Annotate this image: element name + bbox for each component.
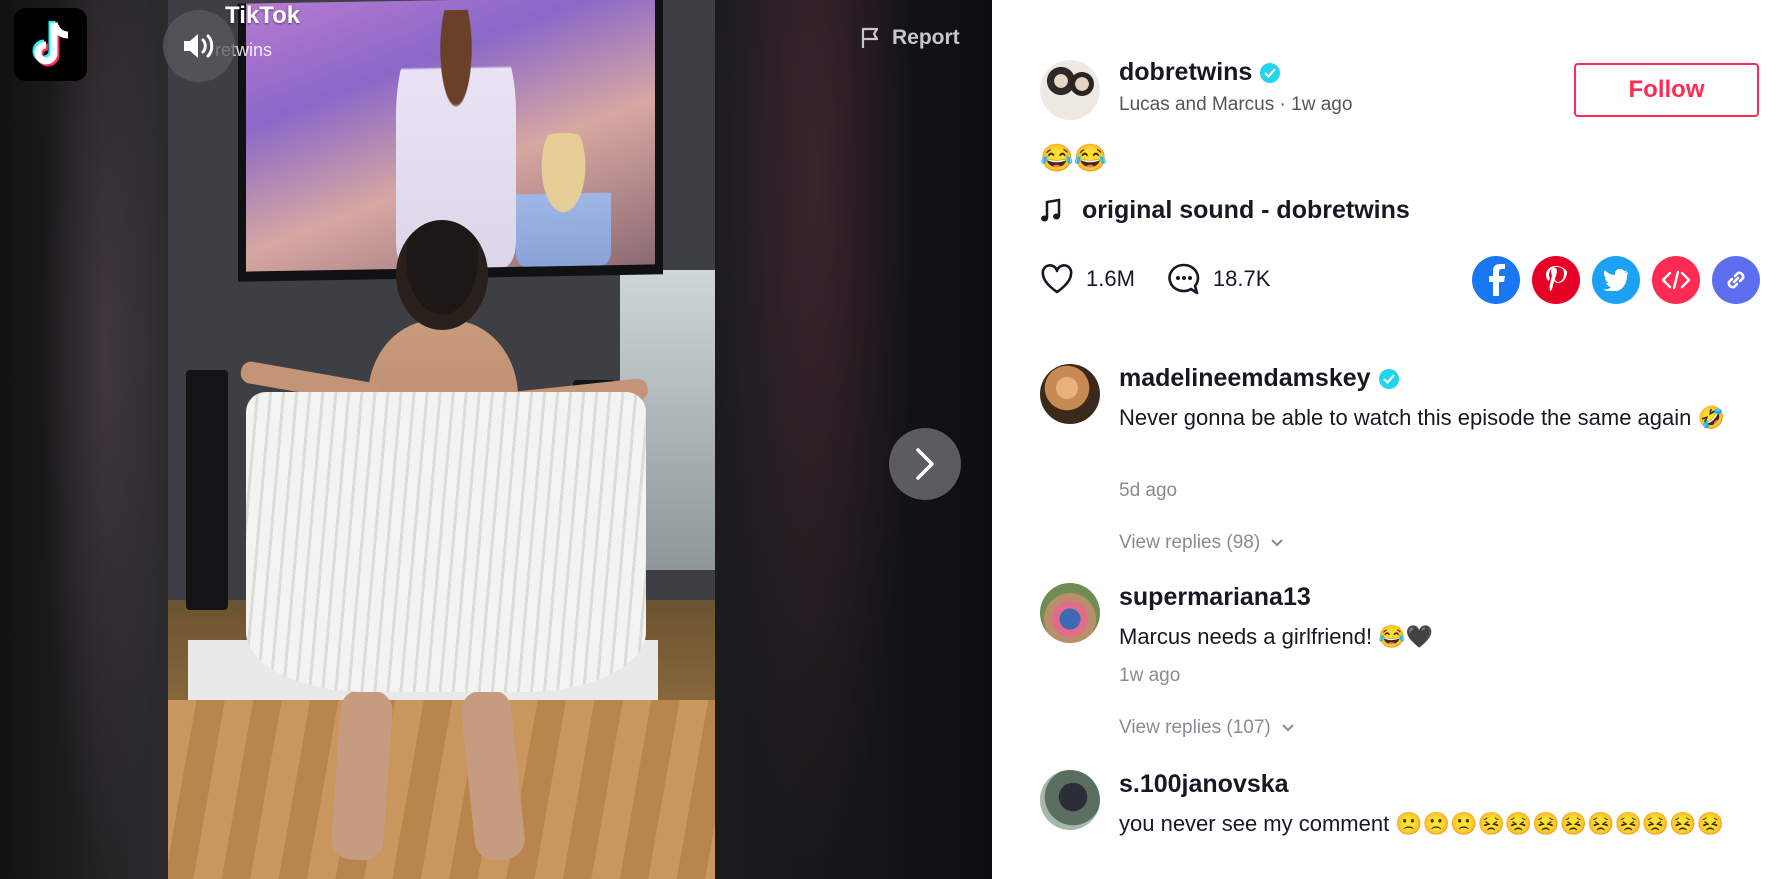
music-link[interactable]: original sound - dobretwins bbox=[1040, 196, 1410, 225]
comment-time: 5d ago bbox=[1119, 480, 1178, 501]
flag-icon bbox=[861, 27, 879, 48]
chevron-down-icon bbox=[1282, 724, 1294, 732]
like-button[interactable]: 1.6M bbox=[1040, 264, 1135, 294]
share-embed-button[interactable] bbox=[1652, 256, 1700, 304]
video-watermark: TikTok bbox=[225, 2, 301, 29]
view-replies-label: View replies (98) bbox=[1119, 532, 1261, 553]
music-note-icon bbox=[1041, 198, 1061, 221]
author-username[interactable]: dobretwins bbox=[1119, 58, 1252, 87]
video-stage: TikTok retwins Report bbox=[0, 0, 992, 879]
report-button[interactable]: Report bbox=[860, 26, 960, 50]
video-player[interactable] bbox=[168, 0, 715, 879]
commenter-username[interactable]: madelineemdamskey bbox=[1119, 364, 1371, 393]
chevron-down-icon bbox=[1271, 539, 1283, 547]
scene-towel bbox=[246, 392, 646, 692]
commenter-username[interactable]: supermariana13 bbox=[1119, 583, 1311, 612]
pinterest-icon bbox=[1546, 266, 1567, 291]
comment-text: you never see my comment 🙁🙁🙁😣😣😣😣😣😣😣😣😣 bbox=[1119, 811, 1725, 836]
volume-button[interactable] bbox=[163, 10, 235, 82]
author-display-name: Lucas and Marcus bbox=[1119, 94, 1275, 115]
music-title[interactable]: original sound - dobretwins bbox=[1082, 196, 1410, 225]
share-twitter-button[interactable] bbox=[1592, 256, 1640, 304]
comment-button[interactable]: 18.7K bbox=[1167, 262, 1271, 296]
report-label: Report bbox=[892, 26, 960, 49]
dot-separator: · bbox=[1279, 94, 1292, 115]
comment-text: Never gonna be able to watch this episod… bbox=[1119, 405, 1725, 430]
share-pinterest-button[interactable] bbox=[1532, 256, 1580, 304]
volume-icon bbox=[184, 34, 214, 58]
verified-badge-icon bbox=[1378, 368, 1399, 389]
verified-badge-icon bbox=[1260, 62, 1281, 83]
next-video-button[interactable] bbox=[889, 428, 961, 500]
tiktok-logo-icon[interactable] bbox=[14, 8, 87, 81]
view-replies-button[interactable]: View replies (98) bbox=[1119, 532, 1284, 554]
background-blur-left bbox=[40, 0, 170, 879]
engagement-stats: 1.6M 18.7K bbox=[1040, 262, 1288, 296]
post-info-panel: dobretwins Lucas and Marcus · 1w ago Fol… bbox=[992, 0, 1779, 879]
scene-figure-head bbox=[396, 220, 488, 330]
commenter-username-row[interactable]: supermariana13 bbox=[1119, 583, 1311, 612]
tv-figure bbox=[516, 132, 611, 267]
scene-speaker bbox=[186, 370, 228, 610]
post-caption: 😂😂 bbox=[1040, 143, 1108, 173]
twitter-icon bbox=[1603, 269, 1628, 291]
author-subline: Lucas and Marcus · 1w ago bbox=[1119, 94, 1352, 116]
commenter-username-row[interactable]: s.100janovska bbox=[1119, 770, 1289, 799]
background-blur-right bbox=[715, 0, 915, 879]
view-replies-button[interactable]: View replies (107) bbox=[1119, 717, 1295, 739]
comment-item: supermariana13 Marcus needs a girlfriend… bbox=[1040, 583, 1760, 743]
chevron-right-icon bbox=[916, 448, 934, 480]
share-buttons bbox=[1472, 256, 1760, 304]
comment-bubble-icon bbox=[1168, 263, 1200, 295]
comment-item: madelineemdamskey Never gonna be able to… bbox=[1040, 364, 1760, 554]
share-copy-link-button[interactable] bbox=[1712, 256, 1760, 304]
heart-icon bbox=[1041, 264, 1073, 294]
like-count: 1.6M bbox=[1086, 266, 1135, 291]
commenter-avatar[interactable] bbox=[1040, 583, 1100, 643]
comment-time: 1w ago bbox=[1119, 665, 1181, 686]
author-avatar[interactable] bbox=[1040, 60, 1100, 120]
comment-count: 18.7K bbox=[1212, 266, 1271, 291]
facebook-icon bbox=[1489, 264, 1505, 296]
commenter-username-row[interactable]: madelineemdamskey bbox=[1119, 364, 1399, 393]
view-replies-label: View replies (107) bbox=[1119, 717, 1271, 738]
code-embed-icon bbox=[1661, 270, 1691, 290]
author-username-row[interactable]: dobretwins bbox=[1119, 58, 1281, 87]
commenter-username[interactable]: s.100janovska bbox=[1119, 770, 1289, 799]
scene-floor bbox=[168, 700, 715, 879]
post-time: 1w ago bbox=[1291, 94, 1353, 115]
share-facebook-button[interactable] bbox=[1472, 256, 1520, 304]
commenter-avatar[interactable] bbox=[1040, 770, 1100, 830]
comment-text: Marcus needs a girlfriend! 😂🖤 bbox=[1119, 624, 1434, 649]
follow-button[interactable]: Follow bbox=[1574, 63, 1759, 117]
commenter-avatar[interactable] bbox=[1040, 364, 1100, 424]
comment-item: s.100janovska you never see my comment 🙁… bbox=[1040, 770, 1760, 879]
link-icon bbox=[1727, 271, 1745, 289]
